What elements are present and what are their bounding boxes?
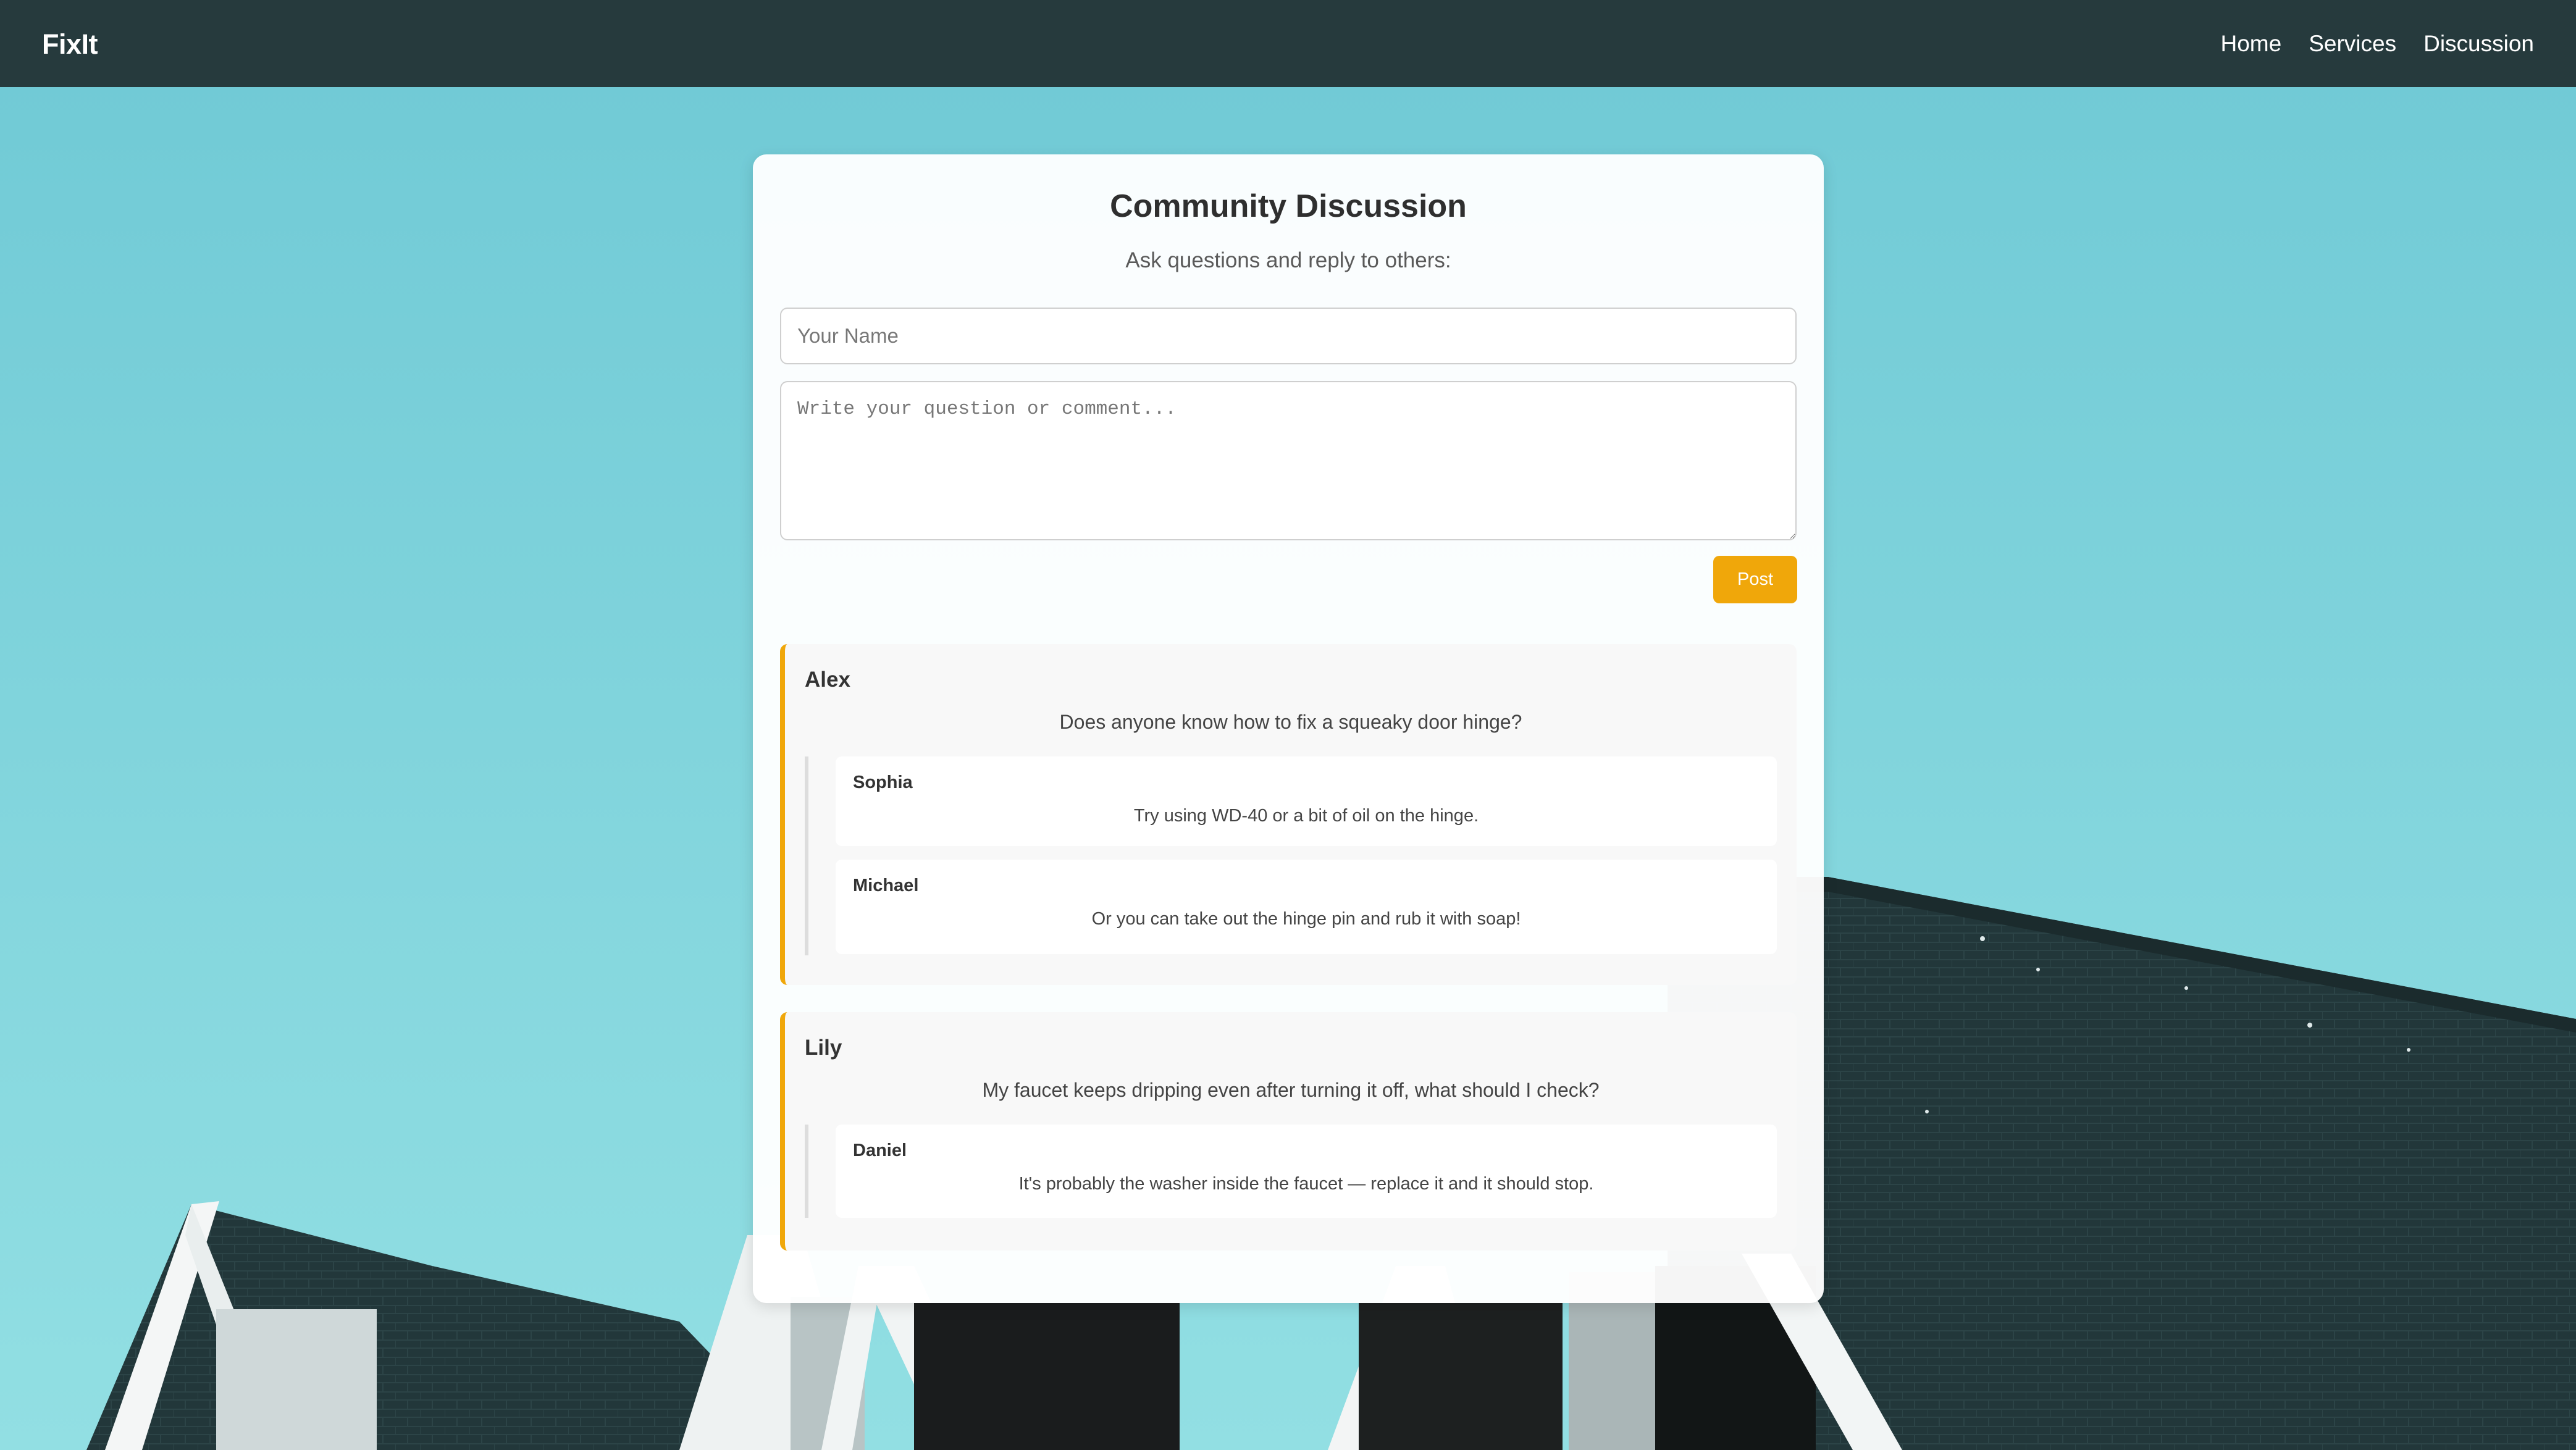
reply-author: Michael: [853, 876, 919, 895]
page-subtitle: Ask questions and reply to others:: [1125, 248, 1451, 272]
reply-list: Daniel It's probably the washer inside t…: [805, 1125, 1777, 1218]
nav-link-home[interactable]: Home: [2221, 31, 2282, 57]
reply-item: Daniel It's probably the washer inside t…: [836, 1125, 1777, 1218]
reply-author: Daniel: [853, 1141, 907, 1160]
nav-link-discussion[interactable]: Discussion: [2423, 31, 2534, 57]
post-button[interactable]: Post: [1713, 556, 1797, 603]
reply-list: Sophia Try using WD-40 or a bit of oil o…: [805, 756, 1777, 955]
comment-textarea[interactable]: [780, 381, 1797, 540]
thread-question: Does anyone know how to fix a squeaky do…: [1059, 711, 1522, 733]
thread-question: My faucet keeps dripping even after turn…: [982, 1079, 1600, 1101]
reply-text: Or you can take out the hinge pin and ru…: [1091, 909, 1521, 929]
nav-links: Home Services Discussion: [2221, 31, 2535, 57]
page-title: Community Discussion: [1110, 188, 1467, 224]
thread-author: Lily: [805, 1036, 842, 1060]
reply-item: Michael Or you can take out the hinge pi…: [836, 860, 1777, 954]
top-navbar: FixIt Home Services Discussion: [0, 0, 2576, 87]
reply-text: Try using WD-40 or a bit of oil on the h…: [1133, 806, 1479, 826]
discussion-thread: Lily My faucet keeps dripping even after…: [780, 1012, 1797, 1251]
reply-author: Sophia: [853, 773, 913, 792]
discussion-card: Community Discussion Ask questions and r…: [753, 154, 1824, 1303]
reply-item: Sophia Try using WD-40 or a bit of oil o…: [836, 756, 1777, 846]
reply-text: It's probably the washer inside the fauc…: [1018, 1174, 1594, 1194]
discussion-thread: Alex Does anyone know how to fix a squea…: [780, 644, 1797, 985]
name-input[interactable]: [780, 308, 1797, 364]
thread-author: Alex: [805, 668, 850, 692]
brand-logo[interactable]: FixIt: [42, 28, 98, 61]
nav-link-services[interactable]: Services: [2309, 31, 2396, 57]
